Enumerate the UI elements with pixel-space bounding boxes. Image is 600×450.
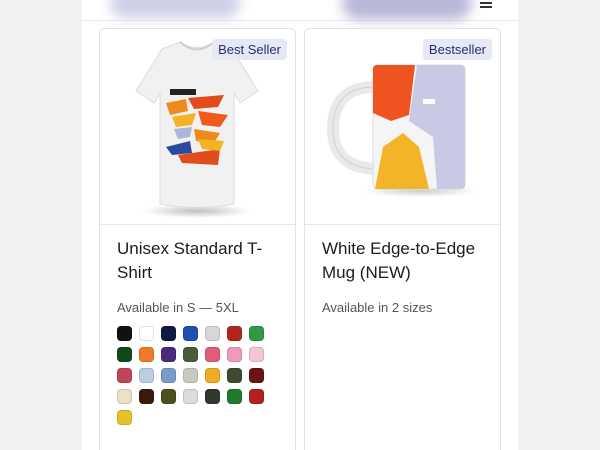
color-swatch-grid: [117, 326, 277, 425]
color-swatch[interactable]: [161, 389, 176, 404]
color-swatch[interactable]: [227, 368, 242, 383]
color-swatch[interactable]: [183, 368, 198, 383]
color-swatch[interactable]: [117, 368, 132, 383]
color-swatch[interactable]: [117, 389, 132, 404]
color-swatch[interactable]: [227, 347, 242, 362]
blurred-header-item: [110, 0, 240, 18]
color-swatch[interactable]: [227, 389, 242, 404]
color-swatch[interactable]: [161, 347, 176, 362]
menu-icon[interactable]: [480, 2, 492, 12]
color-swatch[interactable]: [205, 368, 220, 383]
color-swatch[interactable]: [227, 326, 242, 341]
blurred-header-item: [342, 0, 472, 20]
color-swatch[interactable]: [117, 326, 132, 341]
color-swatch[interactable]: [205, 347, 220, 362]
color-swatch[interactable]: [205, 389, 220, 404]
color-swatch[interactable]: [249, 368, 264, 383]
product-image-tshirt[interactable]: Best Seller: [100, 29, 295, 225]
color-swatch[interactable]: [139, 347, 154, 362]
product-image-mug[interactable]: Bestseller: [305, 29, 500, 225]
product-title[interactable]: White Edge-to-Edge Mug (NEW): [322, 237, 492, 285]
product-card-mug[interactable]: Bestseller White Edge-to-Edge Mug (NEW) …: [304, 28, 501, 450]
product-grid-page: Best Seller Unisex Standard T-Shirt Avai…: [82, 0, 518, 450]
color-swatch[interactable]: [117, 410, 132, 425]
color-swatch[interactable]: [161, 326, 176, 341]
color-swatch[interactable]: [183, 389, 198, 404]
color-swatch[interactable]: [139, 368, 154, 383]
bestseller-badge: Best Seller: [212, 39, 287, 60]
product-title[interactable]: Unisex Standard T-Shirt: [117, 237, 287, 285]
availability-text: Available in S — 5XL: [117, 300, 239, 315]
color-swatch[interactable]: [249, 389, 264, 404]
color-swatch[interactable]: [139, 326, 154, 341]
color-swatch[interactable]: [161, 368, 176, 383]
availability-text: Available in 2 sizes: [322, 300, 433, 315]
top-header: [82, 0, 518, 21]
color-swatch[interactable]: [249, 347, 264, 362]
color-swatch[interactable]: [205, 326, 220, 341]
bestseller-badge: Bestseller: [422, 39, 492, 60]
product-card-tshirt[interactable]: Best Seller Unisex Standard T-Shirt Avai…: [99, 28, 296, 450]
color-swatch[interactable]: [117, 347, 132, 362]
color-swatch[interactable]: [183, 326, 198, 341]
color-swatch[interactable]: [183, 347, 198, 362]
color-swatch[interactable]: [139, 389, 154, 404]
color-swatch[interactable]: [249, 326, 264, 341]
